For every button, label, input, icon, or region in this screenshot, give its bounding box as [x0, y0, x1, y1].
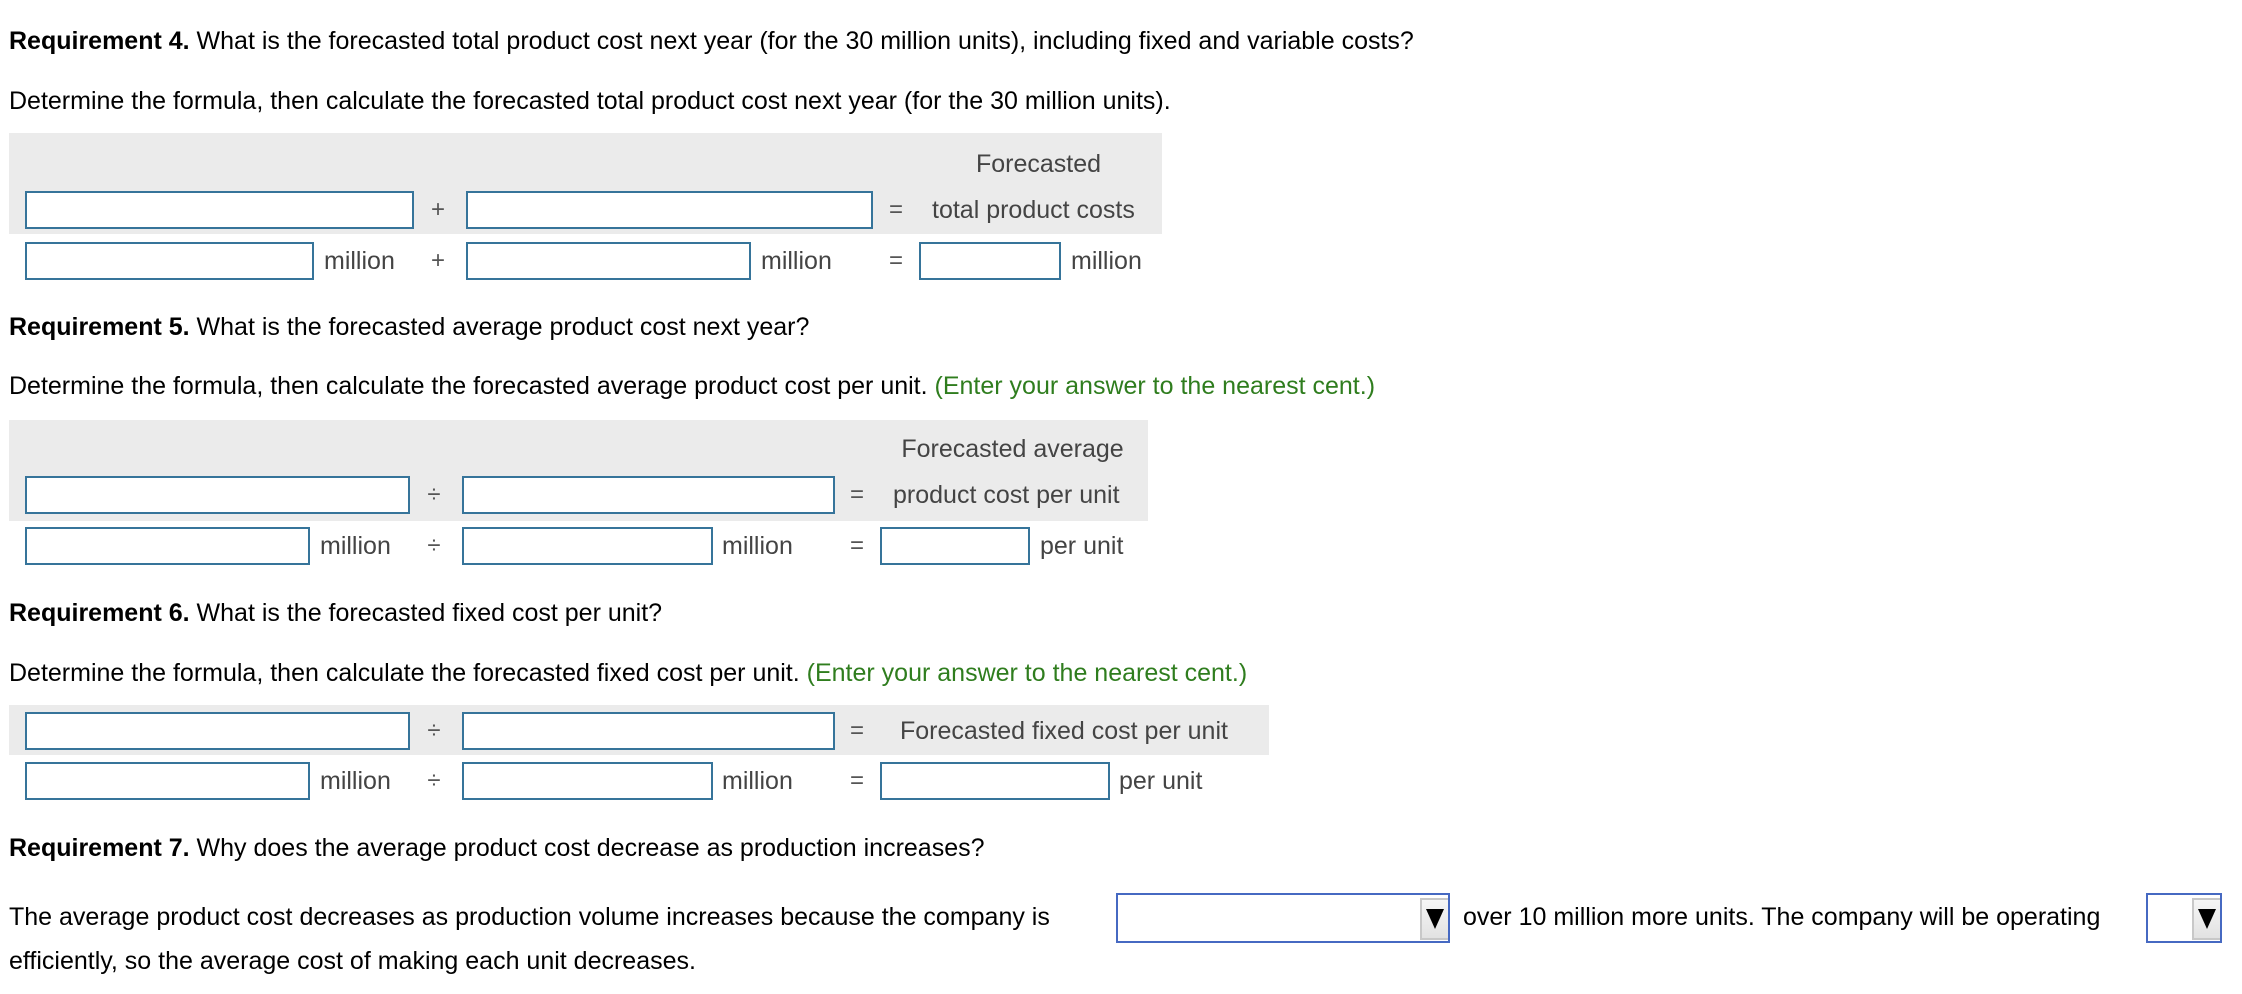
req5-formula-input-2[interactable]	[462, 476, 835, 514]
req5-result-header-line2: product cost per unit	[893, 481, 1120, 509]
req6-formula-input-2[interactable]	[462, 712, 835, 750]
equals-sign: =	[849, 481, 864, 508]
equals-sign: =	[849, 717, 864, 744]
dropdown-button[interactable]	[2192, 898, 2220, 940]
unit-label: million	[324, 247, 395, 275]
unit-label: million	[722, 532, 793, 560]
req5-instruction-text: Determine the formula, then calculate th…	[9, 372, 928, 400]
triangle-down-icon	[2198, 909, 2216, 929]
dropdown-button[interactable]	[1420, 898, 1448, 940]
req6-heading: Requirement 6. What is the forecasted fi…	[9, 598, 662, 628]
req6-formula-input-1[interactable]	[25, 712, 410, 750]
req4-heading-label: Requirement 4.	[9, 27, 190, 55]
divide-operator: ÷	[427, 717, 441, 744]
req6-instruction-text: Determine the formula, then calculate th…	[9, 659, 800, 687]
divide-operator: ÷	[427, 481, 441, 508]
req4-heading: Requirement 4. What is the forecasted to…	[9, 26, 1414, 56]
equals-sign: =	[849, 532, 864, 559]
triangle-down-icon	[1426, 909, 1444, 929]
req6-result-header: Forecasted fixed cost per unit	[900, 717, 1228, 745]
req5-formula-input-1[interactable]	[25, 476, 410, 514]
req4-result-header-line1: Forecasted	[975, 150, 1102, 178]
req7-dropdown-1[interactable]	[1116, 893, 1450, 943]
unit-label: million	[761, 247, 832, 275]
unit-label: million	[320, 532, 391, 560]
unit-label: million	[320, 767, 391, 795]
req6-heading-text: What is the forecasted fixed cost per un…	[189, 599, 663, 627]
req7-sentence-part1: The average product cost decreases as pr…	[9, 903, 1050, 931]
req7-heading-label: Requirement 7.	[9, 834, 190, 862]
req5-value-input-1[interactable]	[25, 527, 310, 565]
result-unit-label: per unit	[1040, 532, 1124, 560]
equals-sign: =	[849, 767, 864, 794]
req4-formula-input-2[interactable]	[466, 191, 873, 229]
result-unit-label: million	[1071, 247, 1142, 275]
req6-value-input-2[interactable]	[462, 762, 713, 800]
divide-operator: ÷	[427, 532, 441, 559]
req4-value-input-1[interactable]	[25, 242, 314, 280]
req7-heading-text: Why does the average product cost decrea…	[189, 834, 985, 862]
unit-label: million	[722, 767, 793, 795]
req6-value-input-1[interactable]	[25, 762, 310, 800]
req4-result-input[interactable]	[919, 242, 1061, 280]
req7-sentence-part2: over 10 million more units. The company …	[1463, 903, 2101, 931]
result-unit-label: per unit	[1119, 767, 1203, 795]
req6-heading-label: Requirement 6.	[9, 599, 190, 627]
equals-sign: =	[888, 196, 903, 223]
req7-heading: Requirement 7. Why does the average prod…	[9, 833, 985, 863]
req6-hint: (Enter your answer to the nearest cent.)	[806, 659, 1248, 687]
req4-instruction: Determine the formula, then calculate th…	[9, 87, 1171, 115]
req4-result-header-line2: total product costs	[932, 196, 1135, 224]
req4-value-input-2[interactable]	[466, 242, 751, 280]
plus-operator: +	[430, 247, 445, 274]
divide-operator: ÷	[427, 767, 441, 794]
plus-operator: +	[430, 196, 445, 223]
req4-heading-text: What is the forecasted total product cos…	[189, 27, 1414, 55]
equals-sign: =	[888, 247, 903, 274]
req7-dropdown-2[interactable]	[2146, 893, 2222, 943]
req6-instruction: Determine the formula, then calculate th…	[9, 658, 1247, 688]
req5-result-input[interactable]	[880, 527, 1030, 565]
req5-value-input-2[interactable]	[462, 527, 713, 565]
req5-result-header-line1: Forecasted average	[901, 435, 1124, 463]
req5-heading-text: What is the forecasted average product c…	[189, 313, 810, 341]
req5-instruction: Determine the formula, then calculate th…	[9, 371, 1375, 401]
req5-heading: Requirement 5. What is the forecasted av…	[9, 312, 809, 342]
req4-formula-input-1[interactable]	[25, 191, 414, 229]
req7-sentence-part3: efficiently, so the average cost of maki…	[9, 947, 696, 975]
req5-hint: (Enter your answer to the nearest cent.)	[934, 372, 1376, 400]
req5-heading-label: Requirement 5.	[9, 313, 190, 341]
req6-result-input[interactable]	[880, 762, 1110, 800]
